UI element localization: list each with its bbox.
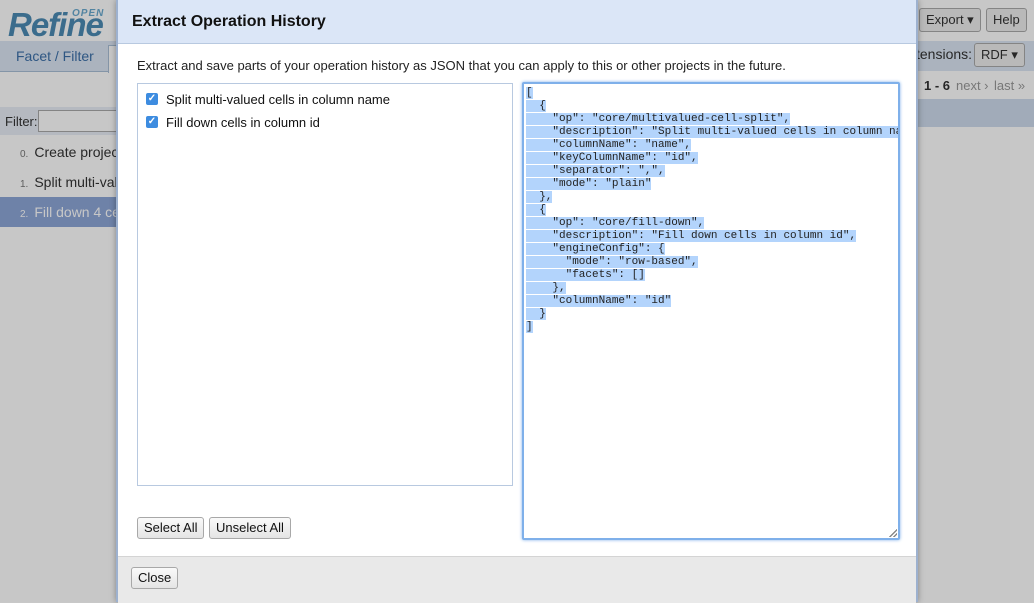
operation-checkbox[interactable]: ✓ <box>146 93 158 105</box>
json-line: "facets": [] <box>526 269 645 281</box>
json-line: "description": "Fill down cells in colum… <box>526 230 857 242</box>
dialog-title: Extract Operation History <box>132 13 326 30</box>
json-line: "mode": "plain" <box>526 178 652 190</box>
json-line: "columnName": "id" <box>526 295 672 307</box>
json-line: "description": "Split multi-valued cells… <box>526 126 898 138</box>
json-line: { <box>526 100 546 112</box>
operation-item[interactable]: ✓ Fill down cells in column id <box>146 113 320 131</box>
json-output-text: [ { "op": "core/multivalued-cell-split",… <box>526 87 898 334</box>
json-line: { <box>526 204 546 216</box>
unselect-all-button[interactable]: Unselect All <box>209 517 291 539</box>
json-line: } <box>526 308 546 320</box>
select-all-button[interactable]: Select All <box>137 517 205 539</box>
json-line: "columnName": "name", <box>526 139 692 151</box>
json-line: "op": "core/fill-down", <box>526 217 705 229</box>
operation-checkbox[interactable]: ✓ <box>146 116 158 128</box>
json-line: }, <box>526 282 566 294</box>
json-line: "engineConfig": { <box>526 243 665 255</box>
operation-label: Fill down cells in column id <box>166 114 320 130</box>
json-line: [ <box>526 87 533 99</box>
json-line: ] <box>526 321 533 333</box>
operations-list: ✓ Split multi-valued cells in column nam… <box>137 83 513 486</box>
close-button[interactable]: Close <box>131 567 179 589</box>
operation-label: Split multi-valued cells in column name <box>166 91 390 107</box>
dialog-footer: Close <box>118 556 916 603</box>
resize-handle-icon[interactable] <box>889 529 897 537</box>
json-line: "mode": "row-based", <box>526 256 698 268</box>
json-line: "keyColumnName": "id", <box>526 152 698 164</box>
operation-item[interactable]: ✓ Split multi-valued cells in column nam… <box>146 90 390 108</box>
json-output-textarea[interactable]: [ { "op": "core/multivalued-cell-split",… <box>522 82 900 540</box>
json-line: }, <box>526 191 553 203</box>
dialog-header: Extract Operation History <box>118 0 916 44</box>
json-line: "op": "core/multivalued-cell-split", <box>526 113 791 125</box>
extract-history-dialog: Extract Operation History Extract and sa… <box>116 0 918 603</box>
dialog-description: Extract and save parts of your operation… <box>137 58 786 73</box>
json-line: "separator": ",", <box>526 165 665 177</box>
